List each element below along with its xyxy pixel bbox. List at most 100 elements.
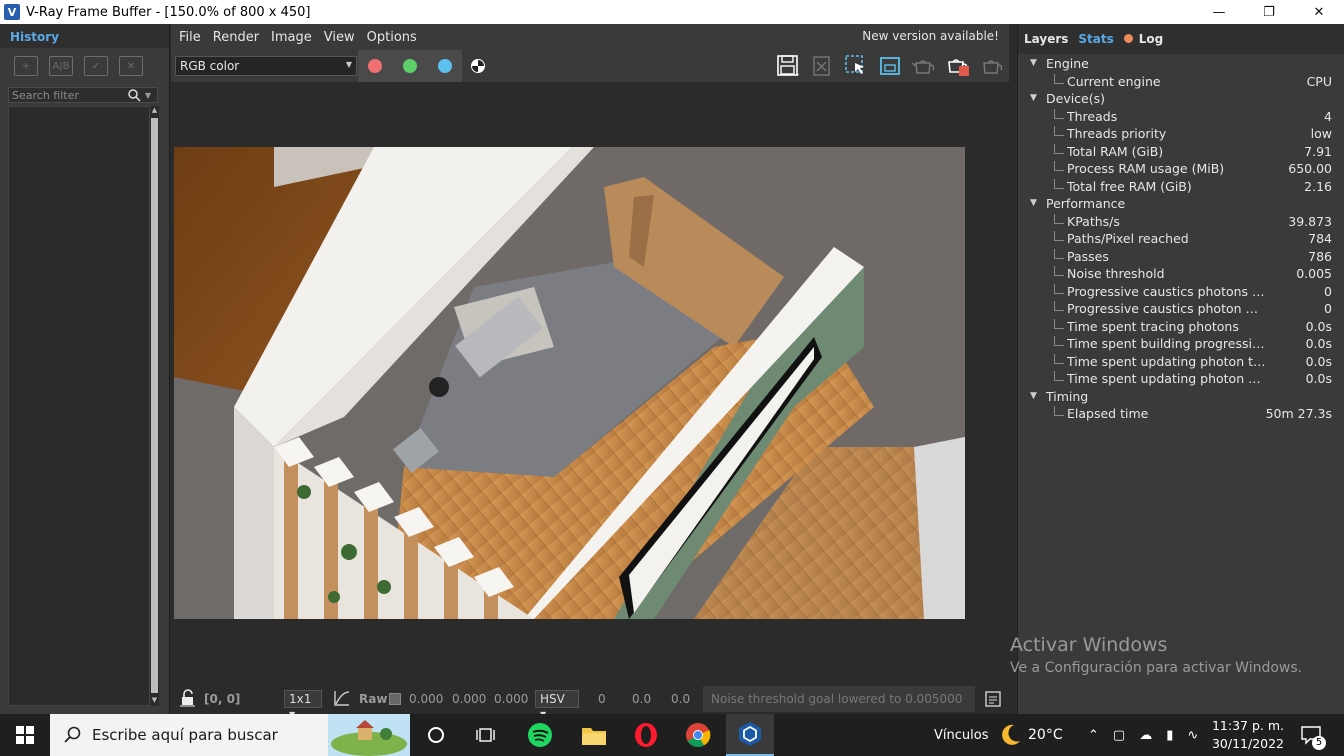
cortana-icon[interactable]	[412, 714, 460, 756]
tab-layers[interactable]: Layers	[1024, 32, 1068, 46]
save-icon[interactable]	[775, 53, 801, 79]
red-channel-button[interactable]	[368, 59, 383, 73]
log-panel-icon[interactable]	[985, 691, 1001, 707]
stats-row-label: Elapsed time	[1067, 406, 1149, 421]
restore-icon[interactable]: ❐	[1244, 0, 1294, 24]
lock-icon[interactable]	[179, 689, 197, 707]
stats-row: Paths/Pixel reached 784	[1018, 231, 1344, 249]
tab-stats[interactable]: Stats	[1078, 32, 1113, 46]
green-channel-button[interactable]	[402, 59, 417, 73]
stats-row: Process RAM usage (MiB) 650.00	[1018, 161, 1344, 179]
scroll-thumb[interactable]	[151, 118, 158, 693]
save-to-history-icon[interactable]: +	[14, 56, 38, 76]
menu-image[interactable]: Image	[271, 30, 312, 45]
hue-value: 0	[598, 692, 606, 706]
stats-row: Noise threshold 0.005	[1018, 266, 1344, 284]
tree-guide	[1054, 213, 1064, 224]
spotify-icon[interactable]	[516, 714, 564, 756]
stats-row-label: Time spent updating photon targ...	[1067, 353, 1267, 369]
expand-triangle-icon[interactable]: ▼	[1030, 93, 1037, 103]
history-scrollbar[interactable]: ▲ ▼	[150, 106, 159, 706]
wifi-icon[interactable]: ∿	[1187, 728, 1198, 743]
stats-row-label: Time spent updating photon varia...	[1067, 371, 1267, 386]
opera-icon[interactable]	[622, 714, 670, 756]
remove-icon[interactable]: ✕	[119, 56, 143, 76]
weather-widget[interactable]: 20°C	[998, 714, 1063, 756]
vray-frame-buffer-window: V V-Ray Frame Buffer - [150.0% of 800 x …	[0, 0, 1344, 756]
stats-row-value: 0.005	[1296, 266, 1332, 281]
device-icon[interactable]: ▢	[1113, 728, 1125, 743]
windows-start-icon[interactable]	[0, 714, 50, 756]
red-value: 0.000	[409, 692, 444, 706]
color-mode-select[interactable]: HSV ▼	[535, 690, 579, 719]
chevron-down-icon[interactable]: ▼	[141, 91, 155, 100]
links-toolbar[interactable]: Vínculos	[934, 714, 988, 756]
taskbar-search[interactable]: Escribe aquí para buscar	[50, 714, 410, 756]
battery-icon[interactable]: ▮	[1166, 728, 1173, 743]
zoom-value: 1x1	[289, 692, 312, 706]
taskbar-clock[interactable]: 11:37 p. m. 30/11/2022	[1212, 717, 1284, 753]
interactive-teapot-icon[interactable]	[979, 53, 1005, 79]
chrome-icon[interactable]	[674, 714, 722, 756]
blue-channel-button[interactable]	[437, 59, 452, 73]
ab-compare-icon[interactable]: A|B	[49, 56, 73, 76]
menu-view[interactable]: View	[324, 30, 355, 45]
stats-category[interactable]: ▼ Performance	[1018, 196, 1344, 214]
green-value: 0.000	[452, 692, 487, 706]
region-select-icon[interactable]	[843, 53, 869, 79]
history-list[interactable]	[8, 106, 150, 706]
curve-icon[interactable]	[333, 689, 351, 707]
history-search-input[interactable]	[9, 88, 127, 102]
stats-category-label: Engine	[1046, 56, 1089, 71]
stats-category[interactable]: ▼ Device(s)	[1018, 91, 1344, 109]
mono-view-icon[interactable]	[471, 59, 485, 73]
search-icon[interactable]	[127, 88, 141, 102]
chevron-up-icon[interactable]: ⌃	[1088, 728, 1099, 743]
stats-row-value: 650.00	[1288, 161, 1332, 176]
status-message: Noise threshold goal lowered to 0.005000	[703, 686, 975, 712]
stats-row-label: Progressive caustics photons stor...	[1067, 283, 1267, 299]
stats-category-label: Performance	[1046, 196, 1126, 211]
frame-icon[interactable]	[877, 53, 903, 79]
task-view-icon[interactable]	[462, 714, 510, 756]
cloud-icon[interactable]: ☁	[1139, 728, 1152, 743]
zoom-select[interactable]: 1x1 ▼	[284, 690, 322, 719]
file-explorer-icon[interactable]	[570, 714, 618, 756]
raw-checkbox[interactable]	[389, 693, 401, 705]
channel-select[interactable]: RGB color ▼	[175, 56, 357, 76]
sketchup-icon[interactable]	[726, 714, 774, 756]
scroll-up-icon[interactable]: ▲	[150, 106, 159, 116]
clear-icon[interactable]	[809, 53, 835, 79]
menu-render[interactable]: Render	[213, 30, 259, 45]
close-icon[interactable]: ✕	[1294, 0, 1344, 24]
frame-buffer-status-bar: [0, 0] 1x1 ▼ Raw 0.000 0.000 0.000 HSV ▼…	[171, 684, 1009, 719]
minimize-icon[interactable]: —	[1194, 0, 1244, 24]
stats-row: Time spent tracing photons 0.0s	[1018, 318, 1344, 337]
tree-guide	[1054, 73, 1064, 84]
weather-temperature: 20°C	[1028, 727, 1063, 743]
render-teapot-icon[interactable]	[945, 53, 971, 79]
tree-guide	[1054, 336, 1064, 346]
teapot-icon[interactable]	[911, 53, 937, 79]
notifications-icon[interactable]: 5	[1300, 714, 1326, 756]
expand-triangle-icon[interactable]: ▼	[1030, 198, 1037, 208]
scroll-down-icon[interactable]: ▼	[150, 696, 159, 706]
menu-file[interactable]: File	[179, 30, 201, 45]
stats-category[interactable]: ▼ Timing	[1018, 389, 1344, 407]
stats-row: Passes 786	[1018, 248, 1344, 267]
load-icon[interactable]: ✓	[84, 56, 108, 76]
history-header[interactable]: History	[0, 24, 169, 48]
tab-log[interactable]: Log	[1123, 32, 1164, 46]
tab-log-label: Log	[1138, 32, 1164, 46]
tree-guide	[1054, 301, 1064, 311]
stats-row: Time spent updating photon varia... 0.0s	[1018, 371, 1344, 389]
expand-triangle-icon[interactable]: ▼	[1030, 58, 1037, 68]
tree-guide	[1054, 371, 1064, 381]
rendered-image[interactable]	[174, 147, 965, 619]
stats-row: KPaths/s 39.873	[1018, 213, 1344, 232]
menu-options[interactable]: Options	[367, 30, 417, 45]
stats-category[interactable]: ▼ Engine	[1018, 56, 1344, 74]
new-version-link[interactable]: New version available!	[862, 29, 999, 43]
expand-triangle-icon[interactable]: ▼	[1030, 391, 1037, 401]
stats-tree: ▼ Engine Current engine CPU ▼ Device(s) Thread…	[1018, 56, 1344, 424]
